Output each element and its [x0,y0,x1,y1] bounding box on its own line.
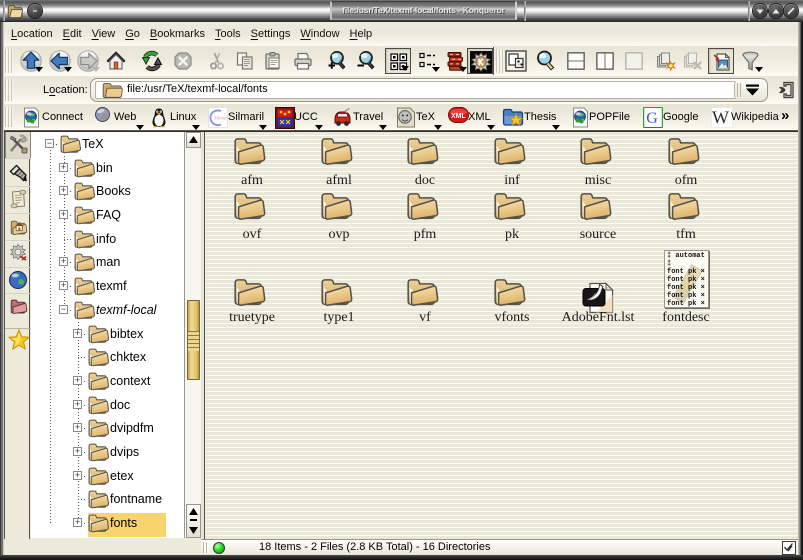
svg-text:XML: XML [451,113,467,120]
svg-text:Silmaril: Silmaril [214,117,228,122]
svg-text:W: W [712,108,729,128]
svg-text:G: G [646,110,658,127]
